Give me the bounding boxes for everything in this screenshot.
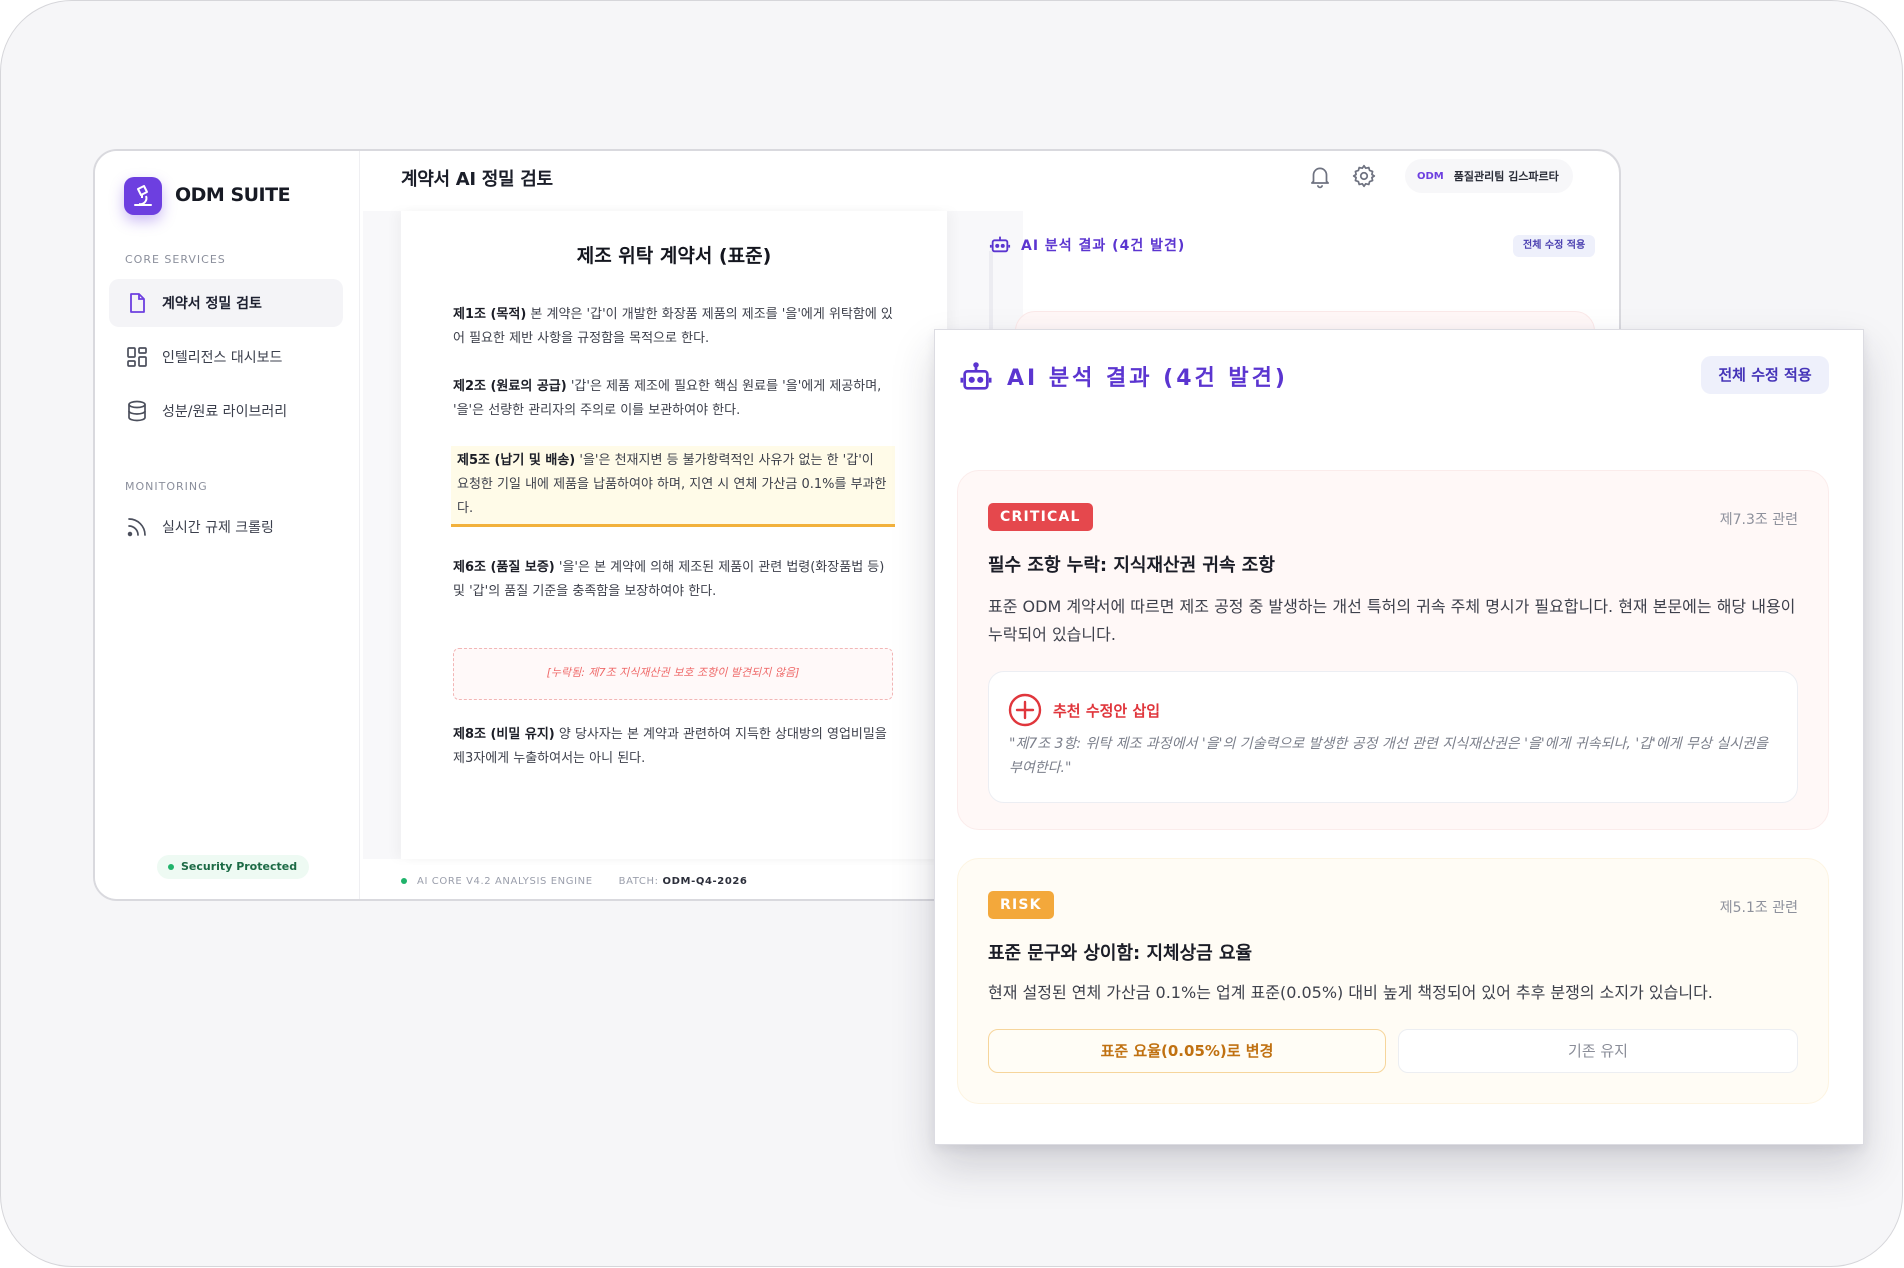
- finding-title: 필수 조항 누락: 지식재산권 귀속 조항: [988, 555, 1275, 576]
- app-logo-text: ODM SUITE: [175, 184, 291, 206]
- document-icon: [125, 291, 149, 315]
- finding-description: 현재 설정된 연체 가산금 0.1%는 업계 표준(0.05%) 대비 높게 책…: [988, 983, 1713, 1002]
- batch-value: ODM-Q4-2026: [662, 875, 748, 887]
- analysis-panel-title: AI 분석 결과 (4건 발견): [1007, 366, 1288, 391]
- suggestion-label[interactable]: 추천 수정안 삽입: [1053, 700, 1160, 721]
- clause-1[interactable]: 제1조 (목적) 본 계약은 '갑'이 개발한 화장품 제품의 제조를 '을'에…: [453, 303, 893, 351]
- apply-standard-rate-button[interactable]: 표준 요율(0.05%)로 변경: [988, 1029, 1386, 1073]
- suggestion-text: "제7조 3항: 위탁 제조 과정에서 '을'의 기술력으로 발생한 공정 개선…: [1009, 736, 1768, 776]
- canvas-background: ODM SUITE CORE SERVICES 계약서 정밀 검토 인텔리전스 …: [0, 0, 1903, 1267]
- logo-icon: [124, 177, 162, 215]
- robot-icon: [959, 360, 993, 394]
- clause-heading: 제6조 (품질 보증): [453, 560, 555, 575]
- sidebar-item-dashboard[interactable]: 인텔리전스 대시보드: [109, 333, 343, 381]
- dashboard-grid-icon: [125, 345, 149, 369]
- sidebar-item-label: 인텔리전스 대시보드: [162, 350, 283, 366]
- sidebar-item-crawling[interactable]: 실시간 규제 크롤링: [109, 503, 343, 551]
- clause-8[interactable]: 제8조 (비밀 유지) 양 당사자는 본 계약과 관련하여 지득한 상대방의 영…: [453, 723, 893, 771]
- analysis-panel-title: AI 분석 결과 (4건 발견): [1021, 238, 1186, 254]
- suggestion-box[interactable]: 추천 수정안 삽입 "제7조 3항: 위탁 제조 과정에서 '을'의 기술력으로…: [988, 671, 1798, 803]
- sidebar: ODM SUITE CORE SERVICES 계약서 정밀 검토 인텔리전스 …: [95, 151, 360, 899]
- section-label-monitoring: MONITORING: [125, 480, 208, 493]
- section-label-core: CORE SERVICES: [125, 253, 226, 266]
- missing-clause-placeholder[interactable]: [누락됨: 제7조 지식재산권 보호 조항이 발견되지 않음]: [453, 648, 893, 700]
- clause-2[interactable]: 제2조 (원료의 공급) '갑'은 제품 제조에 필요한 핵심 원료를 '을'에…: [453, 375, 893, 423]
- engine-label: AI CORE V4.2 ANALYSIS ENGINE: [417, 875, 593, 887]
- apply-all-button[interactable]: 전체 수정 적용: [1701, 356, 1829, 394]
- sidebar-item-label: 성분/원료 라이브러리: [162, 404, 288, 420]
- sidebar-item-label: 실시간 규제 크롤링: [162, 520, 274, 536]
- severity-badge: CRITICAL: [988, 503, 1093, 531]
- clause-heading: 제5조 (납기 및 배송): [457, 453, 576, 468]
- sidebar-item-contract-review[interactable]: 계약서 정밀 검토: [109, 279, 343, 327]
- sidebar-item-ingredients[interactable]: 성분/원료 라이브러리: [109, 387, 343, 435]
- batch-label: BATCH:: [618, 875, 659, 887]
- bell-icon[interactable]: [1307, 163, 1333, 189]
- apply-all-button[interactable]: 전체 수정 적용: [1513, 235, 1596, 257]
- page-title: 계약서 AI 정밀 검토: [401, 169, 553, 190]
- sidebar-item-label: 계약서 정밀 검토: [162, 296, 262, 312]
- clause-reference: 제7.3조 관련: [1719, 512, 1798, 528]
- analysis-panel-overlay: AI 분석 결과 (4건 발견) 전체 수정 적용 CRITICAL 제7.3조…: [934, 329, 1864, 1145]
- user-name: 품질관리팀 김스파르타: [1453, 170, 1559, 183]
- clause-heading: 제8조 (비밀 유지): [453, 727, 555, 742]
- database-icon: [125, 399, 149, 423]
- clause-heading: 제2조 (원료의 공급): [453, 379, 567, 394]
- robot-icon: [989, 233, 1011, 255]
- rss-feed-icon: [125, 515, 149, 539]
- security-status-badge: Security Protected: [157, 855, 310, 879]
- document-title: 제조 위탁 계약서 (표준): [576, 245, 772, 267]
- clause-reference: 제5.1조 관련: [1719, 900, 1798, 916]
- keep-current-button[interactable]: 기존 유지: [1398, 1029, 1798, 1073]
- document-paper: 제조 위탁 계약서 (표준) 제1조 (목적) 본 계약은 '갑'이 개발한 화…: [401, 211, 947, 859]
- finding-title: 표준 문구와 상이함: 지체상금 요율: [988, 943, 1253, 964]
- document-viewer: 제조 위탁 계약서 (표준) 제1조 (목적) 본 계약은 '갑'이 개발한 화…: [363, 211, 1023, 859]
- plus-circle-icon[interactable]: [1007, 692, 1043, 728]
- clause-6[interactable]: 제6조 (품질 보증) '을'은 본 계약에 의해 제조된 제품이 관련 법령(…: [453, 556, 893, 604]
- engine-status-dot: [401, 878, 407, 884]
- severity-badge: RISK: [988, 891, 1054, 919]
- user-avatar-badge: ODM: [1417, 170, 1444, 182]
- clause-heading: 제1조 (목적): [453, 307, 527, 322]
- finding-card-risk: RISK 제5.1조 관련 표준 문구와 상이함: 지체상금 요율 현재 설정된…: [957, 858, 1829, 1104]
- finding-description: 표준 ODM 계약서에 따르면 제조 공정 중 발생하는 개선 특허의 귀속 주…: [988, 597, 1796, 644]
- gear-icon[interactable]: [1351, 163, 1377, 189]
- user-profile-chip[interactable]: ODM 품질관리팀 김스파르타: [1405, 159, 1573, 193]
- finding-card-critical: CRITICAL 제7.3조 관련 필수 조항 누락: 지식재산권 귀속 조항 …: [957, 470, 1829, 830]
- clause-5-highlighted[interactable]: 제5조 (납기 및 배송) '을'은 천재지변 등 불가항력적인 사유가 없는 …: [451, 446, 895, 527]
